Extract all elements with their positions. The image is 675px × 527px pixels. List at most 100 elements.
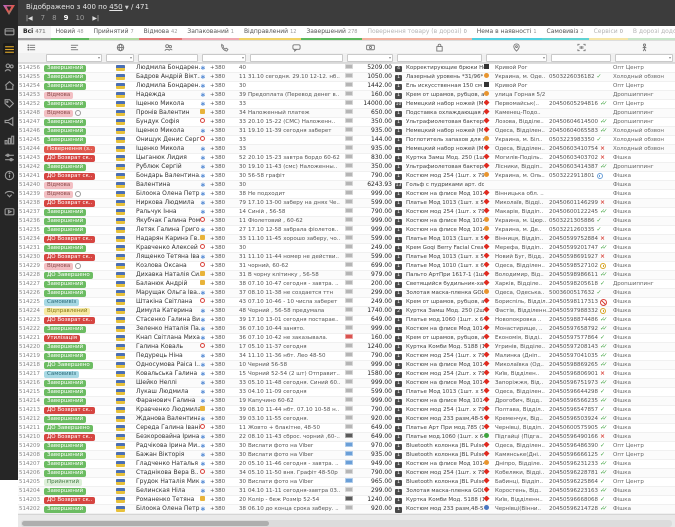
brand-logo-icon[interactable] xyxy=(2,2,16,16)
tracking-number[interactable]: 20450598869265✓✓ xyxy=(549,361,613,369)
horizontal-scrollbar[interactable] xyxy=(21,520,672,527)
column-filter-input[interactable]: ▾ xyxy=(615,54,673,62)
client-name[interactable]: Онищук Денис Сергі.. xyxy=(136,136,200,144)
order-row[interactable]: 514242ЗавершенийРублюк Сергій+3803019.10… xyxy=(18,163,675,172)
client-name[interactable]: Безкоровайна Ірина xyxy=(136,433,200,441)
tracking-number[interactable]: 20450601146299× xyxy=(549,199,613,207)
order-row[interactable]: 514215ЗавершенийЛукаш Людмила+3803304.10… xyxy=(18,388,675,397)
col-globe-icon[interactable] xyxy=(104,43,136,52)
tracking-number[interactable]: 20450598205618✓ xyxy=(549,280,613,288)
client-name[interactable]: Романенко Тетяна xyxy=(136,496,200,504)
tracking-number[interactable]: 5003600517632✓ xyxy=(549,289,613,297)
client-name[interactable]: Гладченко Наталья .. xyxy=(136,460,200,468)
order-row[interactable]: 514235ЗавершенийЛетяк Галина Григо..+380… xyxy=(18,226,675,235)
client-name[interactable]: Бундук Софія xyxy=(136,118,200,126)
order-row[interactable]: 514219ЗавершенийПедурець Ніна+3803411.10… xyxy=(18,352,675,361)
tab-Сервіси[interactable]: Сервіси0 xyxy=(589,26,628,40)
settings-icon[interactable] xyxy=(3,151,15,163)
client-name[interactable]: Іщенко Микола xyxy=(136,145,200,153)
client-name[interactable]: Пронів Валентин xyxy=(136,109,200,117)
col-location-icon[interactable] xyxy=(484,43,549,52)
tracking-number[interactable]: 20450596486390✓ xyxy=(549,442,613,450)
client-name[interactable]: Педурець Ніна xyxy=(136,352,200,360)
tracking-number[interactable]: 20450603414387✓✓ xyxy=(549,163,613,171)
client-name[interactable]: Валентина xyxy=(136,181,200,189)
tracking-number[interactable]: 20450597658792✓✓ xyxy=(549,325,613,333)
tracking-number[interactable]: 20450596666125✓ xyxy=(549,451,613,459)
client-name[interactable]: Стасенко Галина Ви.. xyxy=(136,316,200,324)
tracking-number[interactable]: 20450603410754× xyxy=(549,145,613,153)
column-filter-input[interactable]: ▾ xyxy=(486,54,547,62)
col-product-icon[interactable] xyxy=(395,43,484,52)
client-name[interactable]: Надежда xyxy=(136,91,200,99)
col-phone-icon[interactable] xyxy=(200,43,248,52)
order-row[interactable]: 514222ЗавершенийЗеленко Наталія Па..+380… xyxy=(18,325,675,334)
promo-icon[interactable] xyxy=(3,115,15,127)
order-row[interactable]: 514230ДО Возврат ск..Лященко Тетяна Іва.… xyxy=(18,253,675,262)
tab-Нема в наявності[interactable]: Нема в наявності1 xyxy=(472,26,542,40)
col-money-icon[interactable] xyxy=(345,43,395,52)
client-name[interactable]: Фаранович Галина xyxy=(136,397,200,405)
tracking-number[interactable]: 0503226036182✓ xyxy=(549,73,613,81)
tags-icon[interactable] xyxy=(3,97,15,109)
column-filter-input[interactable] xyxy=(138,54,198,62)
tracking-number[interactable]: 20450596231233✓✓ xyxy=(549,460,613,468)
client-name[interactable]: Радчікова Ірина Ми.. xyxy=(136,442,200,450)
client-name[interactable]: Лукаш Людмила xyxy=(136,388,200,396)
col-id-icon[interactable] xyxy=(18,43,44,52)
order-row[interactable]: 514245ЗавершенийОнищук Денис Сергі..+380… xyxy=(18,136,675,145)
partners-icon[interactable] xyxy=(3,187,15,199)
order-row[interactable]: 514214ЗавершенийФаранович Галина+38019Ка… xyxy=(18,397,675,406)
stats-icon[interactable] xyxy=(3,133,15,145)
order-row[interactable]: 514223ДО Возврат ск..Стасенко Галина Ви.… xyxy=(18,316,675,325)
tracking-number[interactable]: 20450597988332 xyxy=(549,307,613,315)
client-name[interactable]: Дихавка Наталія Си.. xyxy=(136,271,200,279)
tracking-number[interactable]: 0503223983350✓ xyxy=(549,136,613,144)
col-courier-icon[interactable] xyxy=(613,43,675,52)
tracking-number[interactable]: 20450604065583✓✓ xyxy=(549,127,613,135)
tab-В дорозі додому[interactable]: В дорозі додому0 xyxy=(628,26,675,40)
client-name[interactable]: Цыганюк Лидия xyxy=(136,154,200,162)
order-row[interactable]: 514218ДО ЗавершеноОдносумова Раіса І..+3… xyxy=(18,361,675,370)
client-name[interactable]: Рублюк Сергій xyxy=(136,163,200,171)
tab-Завершений[interactable]: Завершений278 xyxy=(301,26,362,40)
video-icon[interactable] xyxy=(3,205,15,217)
tab-Повернення товару (в дорозі)[interactable]: Повернення товару (в дорозі)0 xyxy=(362,26,471,40)
tracking-number[interactable]: 20450605294816✓✓ xyxy=(549,100,613,108)
client-name[interactable]: Білоока Олена Петр.. xyxy=(136,505,200,513)
order-row[interactable]: 514255ЗавершенийБадров Андрій Вікт..+380… xyxy=(18,73,675,82)
client-name[interactable]: Штакіна Світлана xyxy=(136,298,200,306)
order-row[interactable]: 514227ЗавершенийБаланюк Андрій+3803807.1… xyxy=(18,280,675,289)
client-name[interactable]: Кравченко Алексей xyxy=(136,244,200,252)
order-row[interactable]: 514216ЗавершенийШейко Неллі+3803305.10 1… xyxy=(18,379,675,388)
tab-Всі[interactable]: Всі471 xyxy=(18,26,51,40)
client-name[interactable]: Жданова Валентина xyxy=(136,415,200,423)
tracking-number[interactable]: 20450596644298✓ xyxy=(549,388,613,396)
col-tracking-icon[interactable] xyxy=(549,43,613,52)
tracking-number[interactable]: 20450600575905✓✓ xyxy=(549,424,613,432)
client-name[interactable]: Якубчак Галина Ром.. xyxy=(136,217,200,225)
client-name[interactable]: Бондарь Валентина.. xyxy=(136,172,200,180)
order-row[interactable]: 514228ДО ЗавершеноДихавка Наталія Си..+3… xyxy=(18,271,675,280)
col-users-icon[interactable] xyxy=(136,43,200,52)
client-name[interactable]: Димула Катерина xyxy=(136,307,200,315)
page-size-dropdown[interactable]: 450 xyxy=(109,3,122,11)
tab-Новий[interactable]: Новий48 xyxy=(51,26,89,40)
order-row[interactable]: 514236ЗавершенийЯкубчак Галина Ром..+380… xyxy=(18,217,675,226)
caret-down-icon[interactable]: ▼ xyxy=(125,5,129,11)
client-name[interactable]: Ниркова Людмила xyxy=(136,199,200,207)
tracking-number[interactable]: 20450596503924✓✓ xyxy=(549,415,613,423)
tracking-number[interactable]: 20450597208143✓✓ xyxy=(549,343,613,351)
tab-Запакований[interactable]: Запакований1 xyxy=(182,26,239,40)
tracking-number[interactable]: 20450598691927× xyxy=(549,253,613,261)
page-number[interactable]: 9 xyxy=(64,13,69,24)
order-row[interactable]: 514246ЗавершенийІщенко Микола+3803119.10… xyxy=(18,127,675,136)
tab-Самовивіз[interactable]: Самовивіз2 xyxy=(542,26,589,40)
order-row[interactable]: 514206ЗавершенийСтаднікова Вера В..+3803… xyxy=(18,469,675,478)
tracking-number[interactable]: 20450598986611✓✓ xyxy=(549,271,613,279)
client-name[interactable]: Бадров Андрій Вікт.. xyxy=(136,73,200,81)
order-row[interactable]: 514243ДО Возврат ск..Цыганюк Лидия+38052… xyxy=(18,154,675,163)
client-name[interactable]: Бажан Вікторія xyxy=(136,451,200,459)
column-filter-input[interactable]: ▾ xyxy=(46,54,102,62)
tracking-number[interactable]: 20450596228781✓✓ xyxy=(549,469,613,477)
